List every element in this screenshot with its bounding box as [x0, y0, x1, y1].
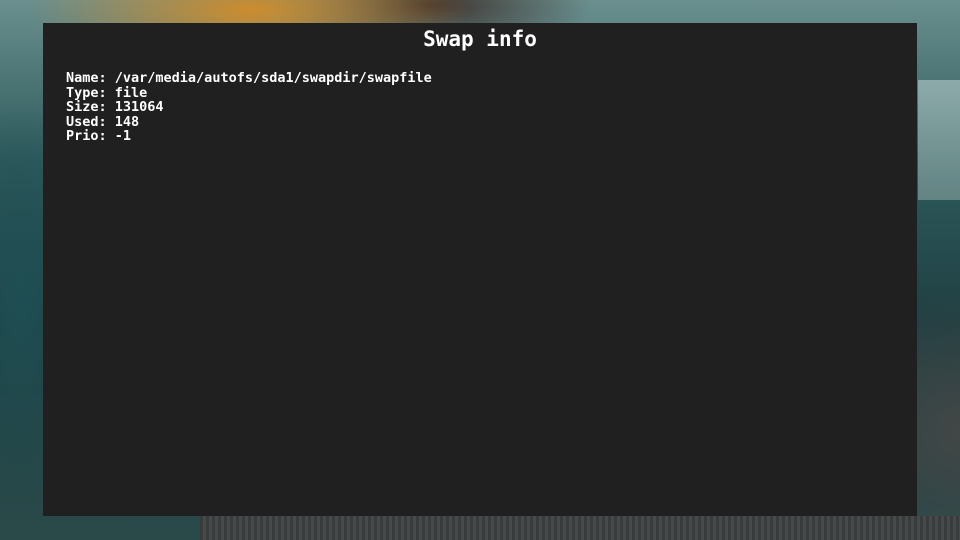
swap-info-list: Name: /var/media/autofs/sda1/swapdir/swa…: [66, 71, 432, 144]
info-value: -1: [114, 128, 132, 144]
info-row-used: Used: 148: [66, 114, 432, 130]
info-row-type: Type: file: [66, 85, 432, 101]
info-row-name: Name: /var/media/autofs/sda1/swapdir/swa…: [66, 71, 432, 86]
background-detail: [918, 80, 960, 200]
info-row-size: Size: 131064: [66, 100, 432, 115]
swap-info-dialog: Swap info Name: /var/media/autofs/sda1/s…: [43, 23, 917, 516]
background-detail-bottom: [200, 516, 960, 540]
dialog-title: Swap info: [423, 27, 537, 51]
info-value: /var/media/autofs/sda1/swapdir/swapfile: [114, 70, 432, 86]
info-row-prio: Prio: -1: [66, 129, 432, 144]
info-label: Prio:: [66, 128, 107, 144]
